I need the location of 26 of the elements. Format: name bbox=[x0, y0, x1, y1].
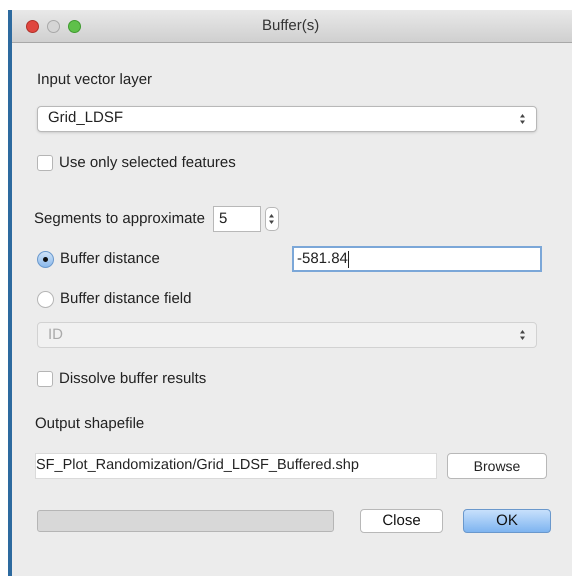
updown-icon bbox=[268, 213, 276, 225]
layer-dropdown[interactable]: Grid_LDSF bbox=[37, 106, 537, 132]
checkbox[interactable] bbox=[37, 371, 53, 388]
radio-label: Buffer distance field bbox=[60, 288, 192, 309]
close-window-button[interactable] bbox=[26, 20, 39, 32]
window-title: Buffer(s) bbox=[262, 16, 320, 36]
checkbox-label: Dissolve buffer results bbox=[59, 369, 206, 389]
field-label: Segments to approximate bbox=[34, 208, 205, 229]
minimize-window-button[interactable] bbox=[47, 20, 60, 32]
output-path-input[interactable]: SF_Plot_Randomization/Grid_LDSF_Buffered.shp bbox=[35, 453, 437, 479]
dialog-button[interactable]: Close bbox=[360, 509, 443, 533]
browse-button[interactable]: Browse bbox=[447, 453, 547, 479]
radio-label: Buffer distance bbox=[60, 248, 161, 269]
updown-icon bbox=[519, 112, 526, 124]
radio-button[interactable] bbox=[37, 290, 54, 308]
checkbox[interactable] bbox=[37, 154, 53, 171]
field-label: Input vector layer bbox=[37, 70, 154, 90]
field-label: Output shapefile bbox=[35, 414, 146, 434]
dialog-button[interactable]: OK bbox=[463, 509, 551, 533]
segments-input[interactable]: 5 bbox=[212, 206, 261, 232]
spin-button[interactable] bbox=[264, 207, 279, 231]
checkbox-label: Use only selected features bbox=[59, 152, 236, 172]
radio-button[interactable] bbox=[37, 250, 54, 268]
updown-icon bbox=[519, 329, 526, 341]
zoom-window-button[interactable] bbox=[68, 20, 81, 32]
distance-input[interactable]: -581.84 bbox=[292, 246, 542, 272]
